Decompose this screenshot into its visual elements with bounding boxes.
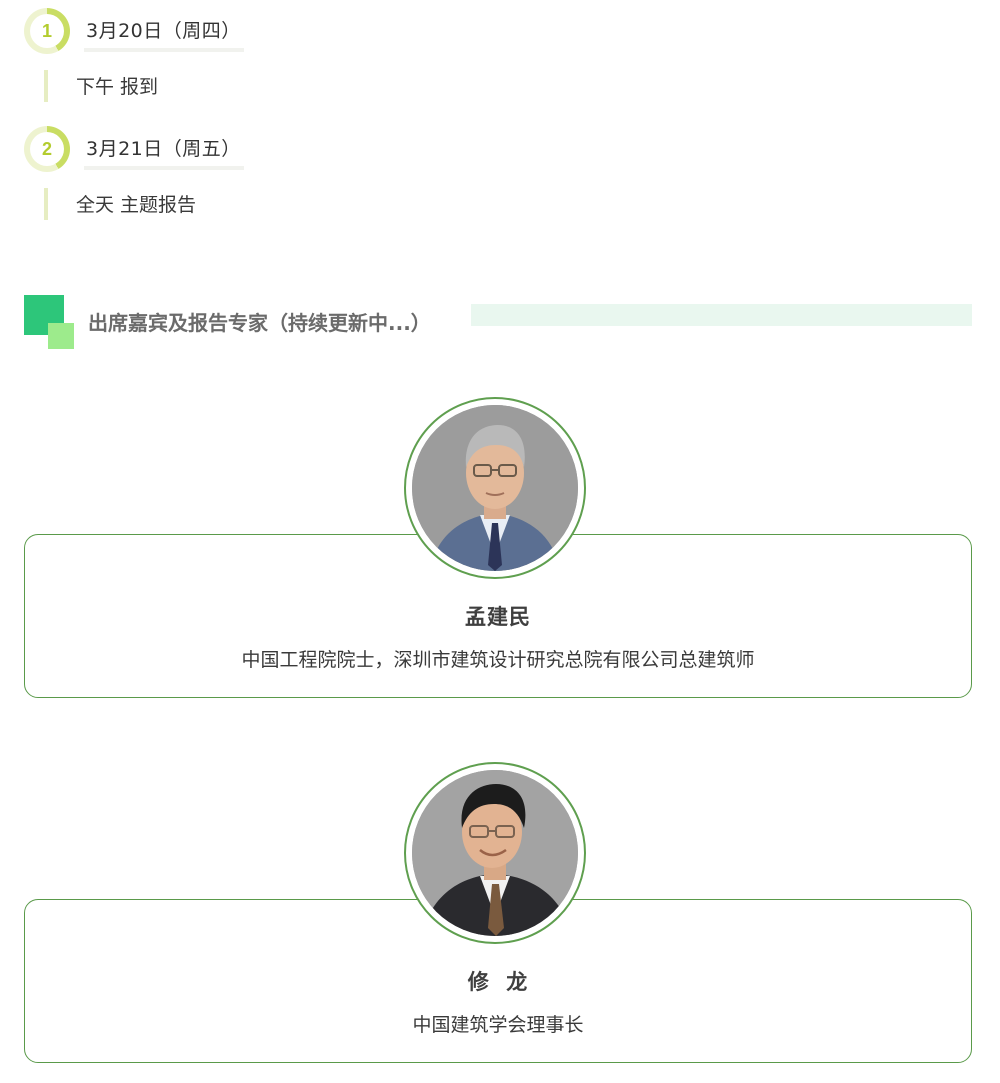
guest-title: 中国工程院院士，深圳市建筑设计研究总院有限公司总建筑师 (241, 649, 755, 671)
step-number: 1 (30, 14, 64, 48)
date-underline (84, 166, 244, 170)
step-number: 2 (30, 132, 64, 166)
portrait-photo (412, 405, 578, 571)
schedule-divider-bar (44, 70, 48, 102)
guests-section-header: 出席嘉宾及报告专家（持续更新中...） (24, 295, 972, 351)
section-marker-accent-icon (48, 323, 74, 349)
section-decor-strip (471, 304, 972, 326)
schedule-detail: 全天 主题报告 (76, 194, 197, 216)
portrait-photo (412, 770, 578, 936)
step-number-badge: 2 (24, 126, 70, 172)
portrait-photo-icon (412, 770, 578, 936)
schedule-detail: 下午 报到 (76, 76, 159, 98)
guest-name: 修 龙 (467, 970, 529, 994)
schedule-date: 3月21日（周五） (86, 138, 241, 160)
guest-photo-frame (404, 397, 586, 579)
guest-photo-frame (404, 762, 586, 944)
step-number-badge: 1 (24, 8, 70, 54)
guest-title: 中国建筑学会理事长 (412, 1014, 584, 1036)
date-underline (84, 48, 244, 52)
schedule-date: 3月20日（周四） (86, 20, 241, 42)
schedule-divider-bar (44, 188, 48, 220)
section-title: 出席嘉宾及报告专家（持续更新中...） (88, 311, 431, 335)
portrait-photo-icon (412, 405, 578, 571)
guest-name: 孟建民 (465, 605, 531, 629)
